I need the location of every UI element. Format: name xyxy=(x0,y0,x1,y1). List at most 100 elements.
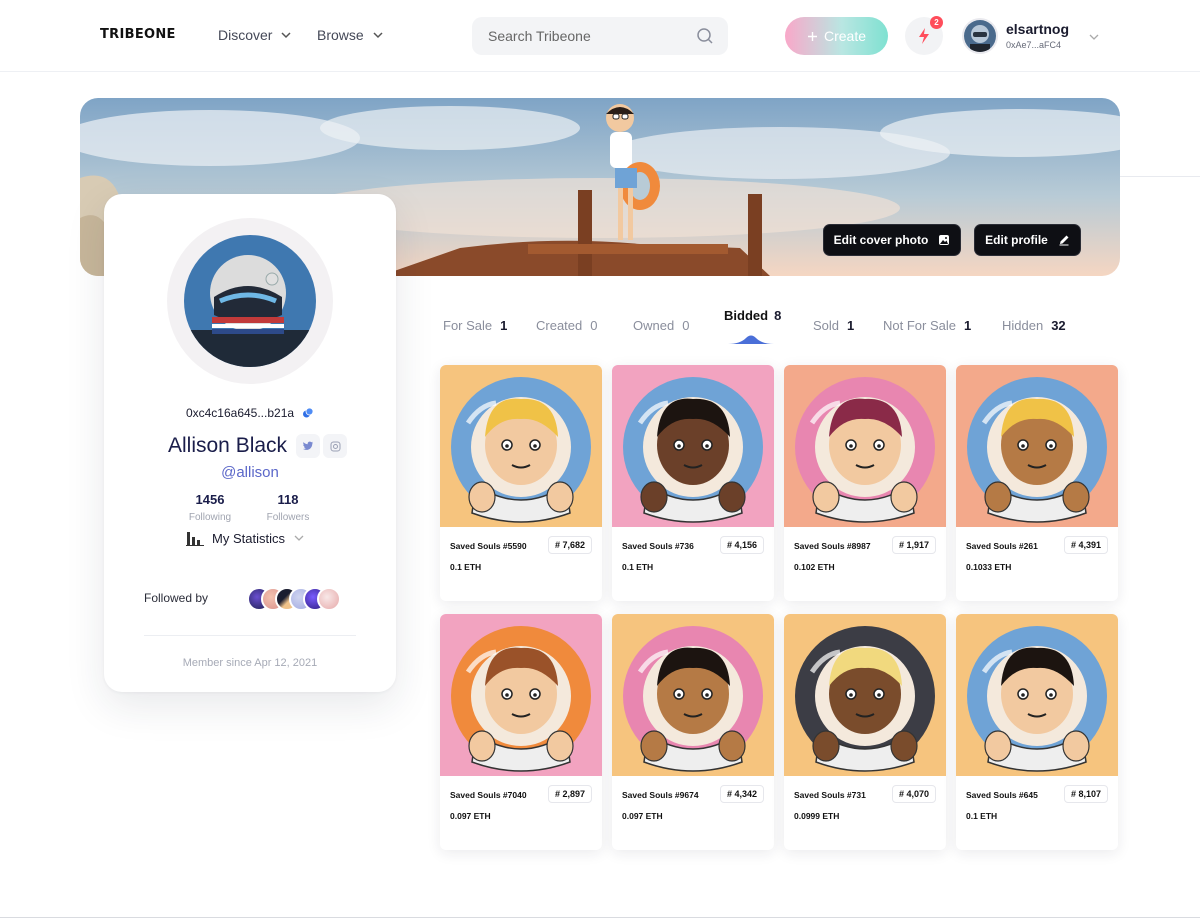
chevron-down-icon xyxy=(373,32,383,39)
edit-cover-button[interactable]: Edit cover photo xyxy=(823,224,961,256)
tab-created[interactable]: Created 0 xyxy=(536,318,597,333)
chevron-down-icon xyxy=(294,535,304,541)
user-avatar xyxy=(962,18,998,54)
nft-title: Saved Souls #7040 xyxy=(450,790,527,800)
nft-card[interactable]: Saved Souls #9674 # 4,342 0.097 ETH xyxy=(612,614,774,850)
profile-card: 0xc4c16a645...b21a Allison Black @alliso… xyxy=(104,194,396,692)
nft-title: Saved Souls #8987 xyxy=(794,541,871,551)
tab-hidden[interactable]: Hidden 32 xyxy=(1002,318,1066,333)
tab-count: 1 xyxy=(963,318,972,333)
lightning-icon xyxy=(919,28,929,44)
follower-avatar[interactable] xyxy=(317,587,341,611)
tab-label: Sold xyxy=(813,318,840,333)
edit-profile-label: Edit profile xyxy=(985,233,1048,247)
nft-title: Saved Souls #731 xyxy=(794,790,866,800)
profile-name: Allison Black xyxy=(168,434,288,457)
divider xyxy=(144,635,356,636)
divider xyxy=(1120,176,1200,177)
search-input[interactable] xyxy=(488,28,678,44)
plus-icon xyxy=(807,31,817,41)
profile-handle[interactable]: @allison xyxy=(104,464,396,481)
follower-avatars[interactable] xyxy=(247,587,357,613)
nft-card[interactable]: Saved Souls #5590 # 7,682 0.1 ETH xyxy=(440,365,602,601)
nft-card[interactable]: Saved Souls #645 # 8,107 0.1 ETH xyxy=(956,614,1118,850)
nft-card[interactable]: Saved Souls #261 # 4,391 0.1033 ETH xyxy=(956,365,1118,601)
wallet-address: 0xc4c16a645...b21a xyxy=(104,406,396,420)
nav-browse-label: Browse xyxy=(317,27,364,43)
tab-count: 0 xyxy=(590,318,598,333)
nft-title: Saved Souls #5590 xyxy=(450,541,527,551)
tab-label: Owned xyxy=(633,318,675,333)
tab-count: 0 xyxy=(682,318,690,333)
nft-artwork[interactable] xyxy=(440,365,602,527)
tab-label: Hidden xyxy=(1002,318,1044,333)
nft-card[interactable]: Saved Souls #7040 # 2,897 0.097 ETH xyxy=(440,614,602,850)
logo[interactable]: TRIBEONE xyxy=(100,27,176,42)
nft-artwork[interactable] xyxy=(612,365,774,527)
profile-avatar[interactable] xyxy=(184,235,316,367)
instagram-link[interactable] xyxy=(323,434,347,458)
twitter-icon xyxy=(302,441,313,450)
following-label: Following xyxy=(188,512,232,523)
user-address: 0xAe7...aFC4 xyxy=(1006,40,1062,50)
rank-badge: # 4,342 xyxy=(719,785,764,803)
nft-artwork[interactable] xyxy=(612,614,774,776)
nav-browse[interactable]: Browse xyxy=(317,27,384,43)
nft-artwork[interactable] xyxy=(440,614,602,776)
member-since: Member since Apr 12, 2021 xyxy=(182,657,318,669)
my-statistics-label: My Statistics xyxy=(212,530,285,546)
copy-icon[interactable] xyxy=(302,407,314,419)
search-icon[interactable] xyxy=(696,27,714,45)
tab-count: 1 xyxy=(847,318,855,333)
nft-price: 0.0999 ETH xyxy=(794,811,840,821)
rank-badge: # 7,682 xyxy=(547,536,592,554)
edit-profile-button[interactable]: Edit profile xyxy=(974,224,1081,256)
followers-stat[interactable]: 118 Followers xyxy=(253,492,323,523)
tab-bidded[interactable]: Bidded 8 xyxy=(724,308,781,323)
chevron-down-icon xyxy=(281,32,291,39)
followers-label: Followers xyxy=(266,512,310,523)
image-icon xyxy=(939,235,950,245)
nft-artwork[interactable] xyxy=(784,614,946,776)
nft-price: 0.1033 ETH xyxy=(966,562,1012,572)
nav-discover-label: Discover xyxy=(218,27,273,43)
instagram-icon xyxy=(330,441,340,451)
tab-for-sale[interactable]: For Sale 1 xyxy=(443,318,507,333)
pencil-icon xyxy=(1059,235,1069,246)
nft-price: 0.102 ETH xyxy=(794,562,835,572)
nft-card[interactable]: Saved Souls #736 # 4,156 0.1 ETH xyxy=(612,365,774,601)
rank-badge: # 8,107 xyxy=(1063,785,1108,803)
nft-artwork[interactable] xyxy=(956,614,1118,776)
search-bar xyxy=(472,17,728,55)
tab-owned[interactable]: Owned 0 xyxy=(633,318,689,333)
bar-chart-icon xyxy=(186,532,204,546)
user-name: elsartnog xyxy=(1006,21,1070,37)
divider xyxy=(0,917,1200,918)
tab-count: 1 xyxy=(500,318,508,333)
nft-artwork[interactable] xyxy=(956,365,1118,527)
edit-cover-label: Edit cover photo xyxy=(833,233,929,247)
nft-card[interactable]: Saved Souls #8987 # 1,917 0.102 ETH xyxy=(784,365,946,601)
user-menu[interactable]: elsartnog 0xAe7...aFC4 xyxy=(962,17,1102,55)
tab-count: 32 xyxy=(1051,318,1066,333)
tab-count: 8 xyxy=(774,308,782,323)
nft-title: Saved Souls #645 xyxy=(966,790,1038,800)
nft-price: 0.1 ETH xyxy=(622,562,654,572)
followed-by-label: Followed by xyxy=(144,591,209,605)
rank-badge: # 2,897 xyxy=(547,785,592,803)
chevron-down-icon xyxy=(1089,34,1099,40)
following-count: 1456 xyxy=(195,492,225,507)
nft-price: 0.1 ETH xyxy=(450,562,482,572)
following-stat[interactable]: 1456 Following xyxy=(175,492,245,523)
tab-sold[interactable]: Sold 1 xyxy=(813,318,854,333)
tab-label: Not For Sale xyxy=(883,318,956,333)
notifications-button[interactable]: 2 xyxy=(905,16,943,55)
create-button-label: Create xyxy=(823,28,867,44)
create-button[interactable]: Create xyxy=(785,17,888,55)
my-statistics-dropdown[interactable]: My Statistics xyxy=(186,530,305,546)
nft-card[interactable]: Saved Souls #731 # 4,070 0.0999 ETH xyxy=(784,614,946,850)
twitter-link[interactable] xyxy=(296,434,320,458)
nft-artwork[interactable] xyxy=(784,365,946,527)
nav-discover[interactable]: Discover xyxy=(218,27,292,43)
tab-not-for-sale[interactable]: Not For Sale 1 xyxy=(883,318,971,333)
